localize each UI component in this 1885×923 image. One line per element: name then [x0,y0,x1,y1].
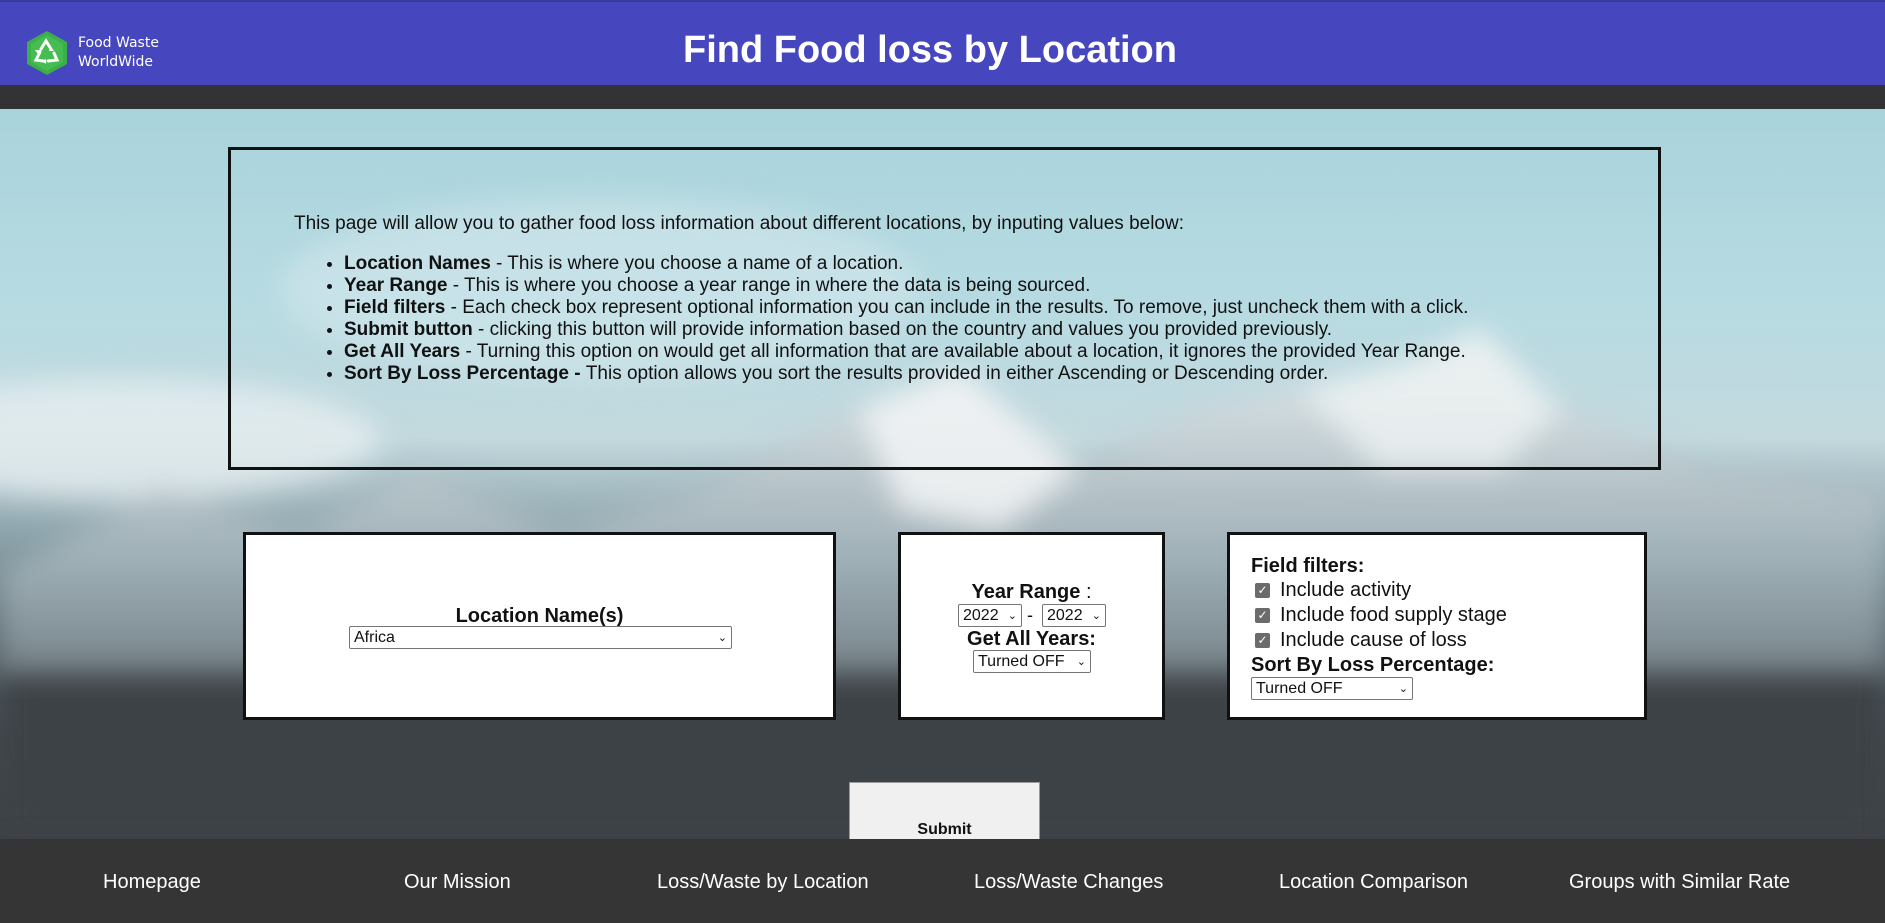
list-item-desc: - This is where you choose a year range … [447,275,1091,296]
chevron-down-icon: ⌄ [1076,655,1086,668]
sort-by-loss-label: Sort By Loss Percentage: [1251,654,1495,676]
chevron-down-icon: ⌄ [1007,609,1017,622]
list-item-desc: - Each check box represent optional info… [445,297,1469,318]
include-food-supply-stage-label: Include food supply stage [1280,604,1507,626]
year-range-panel: Year Range : 2022 ⌄ - 2022 ⌄ Get All Yea… [898,532,1165,720]
list-item-term: Get All Years [344,341,461,362]
list-item-desc: - clicking this button will provide info… [472,319,1333,340]
include-food-supply-stage-checkbox[interactable]: ✓ [1255,608,1270,623]
instructions-list: Location Names - This is where you choos… [294,253,1658,385]
list-item-term: Sort By Loss Percentage - [344,363,586,384]
list-item: Field filters - Each check box represent… [344,297,1658,319]
page-title: Find Food loss by Location [683,29,1177,71]
instructions-intro: This page will allow you to gather food … [294,213,1185,234]
list-item: Submit button - clicking this button wil… [344,319,1658,341]
get-all-years-select[interactable]: Turned OFF ⌄ [973,650,1091,673]
include-activity-checkbox[interactable]: ✓ [1255,583,1270,598]
year-to-select[interactable]: 2022 ⌄ [1042,604,1106,627]
year-range-title: Year Range [971,581,1081,603]
list-item-term: Location Names [344,253,491,274]
nav-homepage[interactable]: Homepage [103,871,201,894]
chevron-down-icon: ⌄ [1091,609,1101,622]
chevron-down-icon: ⌄ [1398,682,1408,695]
list-item: Year Range - This is where you choose a … [344,275,1658,297]
list-item-term: Field filters [344,297,446,318]
instructions-panel: This page will allow you to gather food … [228,147,1661,470]
list-item-desc: - Turning this option on would get all i… [460,341,1466,362]
location-select[interactable]: Africa ⌄ [349,626,732,649]
year-range-colon: : [1080,581,1092,603]
year-range-label: Year Range : [901,581,1162,604]
year-from-select[interactable]: 2022 ⌄ [958,604,1022,627]
list-item-term: Submit button [344,319,473,340]
footer-nav: Homepage Our Mission Loss/Waste by Locat… [0,839,1885,923]
include-cause-of-loss-checkbox[interactable]: ✓ [1255,633,1270,648]
list-item: Get All Years - Turning this option on w… [344,341,1658,363]
sort-by-loss-value: Turned OFF [1256,679,1343,697]
nav-groups-with-similar-rate[interactable]: Groups with Similar Rate [1569,871,1790,894]
header-divider-bar [0,85,1885,109]
list-item: Location Names - This is where you choos… [344,253,1658,275]
nav-loss-waste-changes[interactable]: Loss/Waste Changes [974,871,1163,894]
list-item-term: Year Range [344,275,448,296]
get-all-years-value: Turned OFF [978,652,1065,670]
sort-by-loss-select[interactable]: Turned OFF ⌄ [1251,677,1413,700]
include-activity-row[interactable]: ✓ Include activity [1255,579,1411,602]
include-cause-of-loss-row[interactable]: ✓ Include cause of loss [1255,629,1467,652]
location-select-value: Africa [354,628,395,646]
year-to-value: 2022 [1047,606,1083,624]
get-all-years-label: Get All Years: [967,628,1096,650]
list-item: Sort By Loss Percentage - This option al… [344,363,1658,385]
year-range-dash: - [1027,605,1033,625]
list-item-desc: - This is where you choose a name of a l… [490,253,904,274]
include-activity-label: Include activity [1280,579,1412,601]
include-cause-of-loss-label: Include cause of loss [1280,629,1467,651]
nav-our-mission[interactable]: Our Mission [404,871,511,894]
field-filters-title: Field filters: [1251,555,1365,577]
nav-loss-waste-by-location[interactable]: Loss/Waste by Location [657,871,869,894]
include-food-supply-stage-row[interactable]: ✓ Include food supply stage [1255,604,1507,627]
list-item-desc: This option allows you sort the results … [585,363,1329,384]
nav-location-comparison[interactable]: Location Comparison [1279,871,1468,894]
year-from-value: 2022 [963,606,999,624]
field-filters-panel: Field filters: ✓ Include activity ✓ Incl… [1227,532,1647,720]
location-label: Location Name(s) [455,605,624,627]
location-panel: Location Name(s) Africa ⌄ [243,532,836,720]
chevron-down-icon: ⌄ [717,631,727,644]
site-header: Food Waste WorldWide Find Food loss by L… [0,0,1885,85]
